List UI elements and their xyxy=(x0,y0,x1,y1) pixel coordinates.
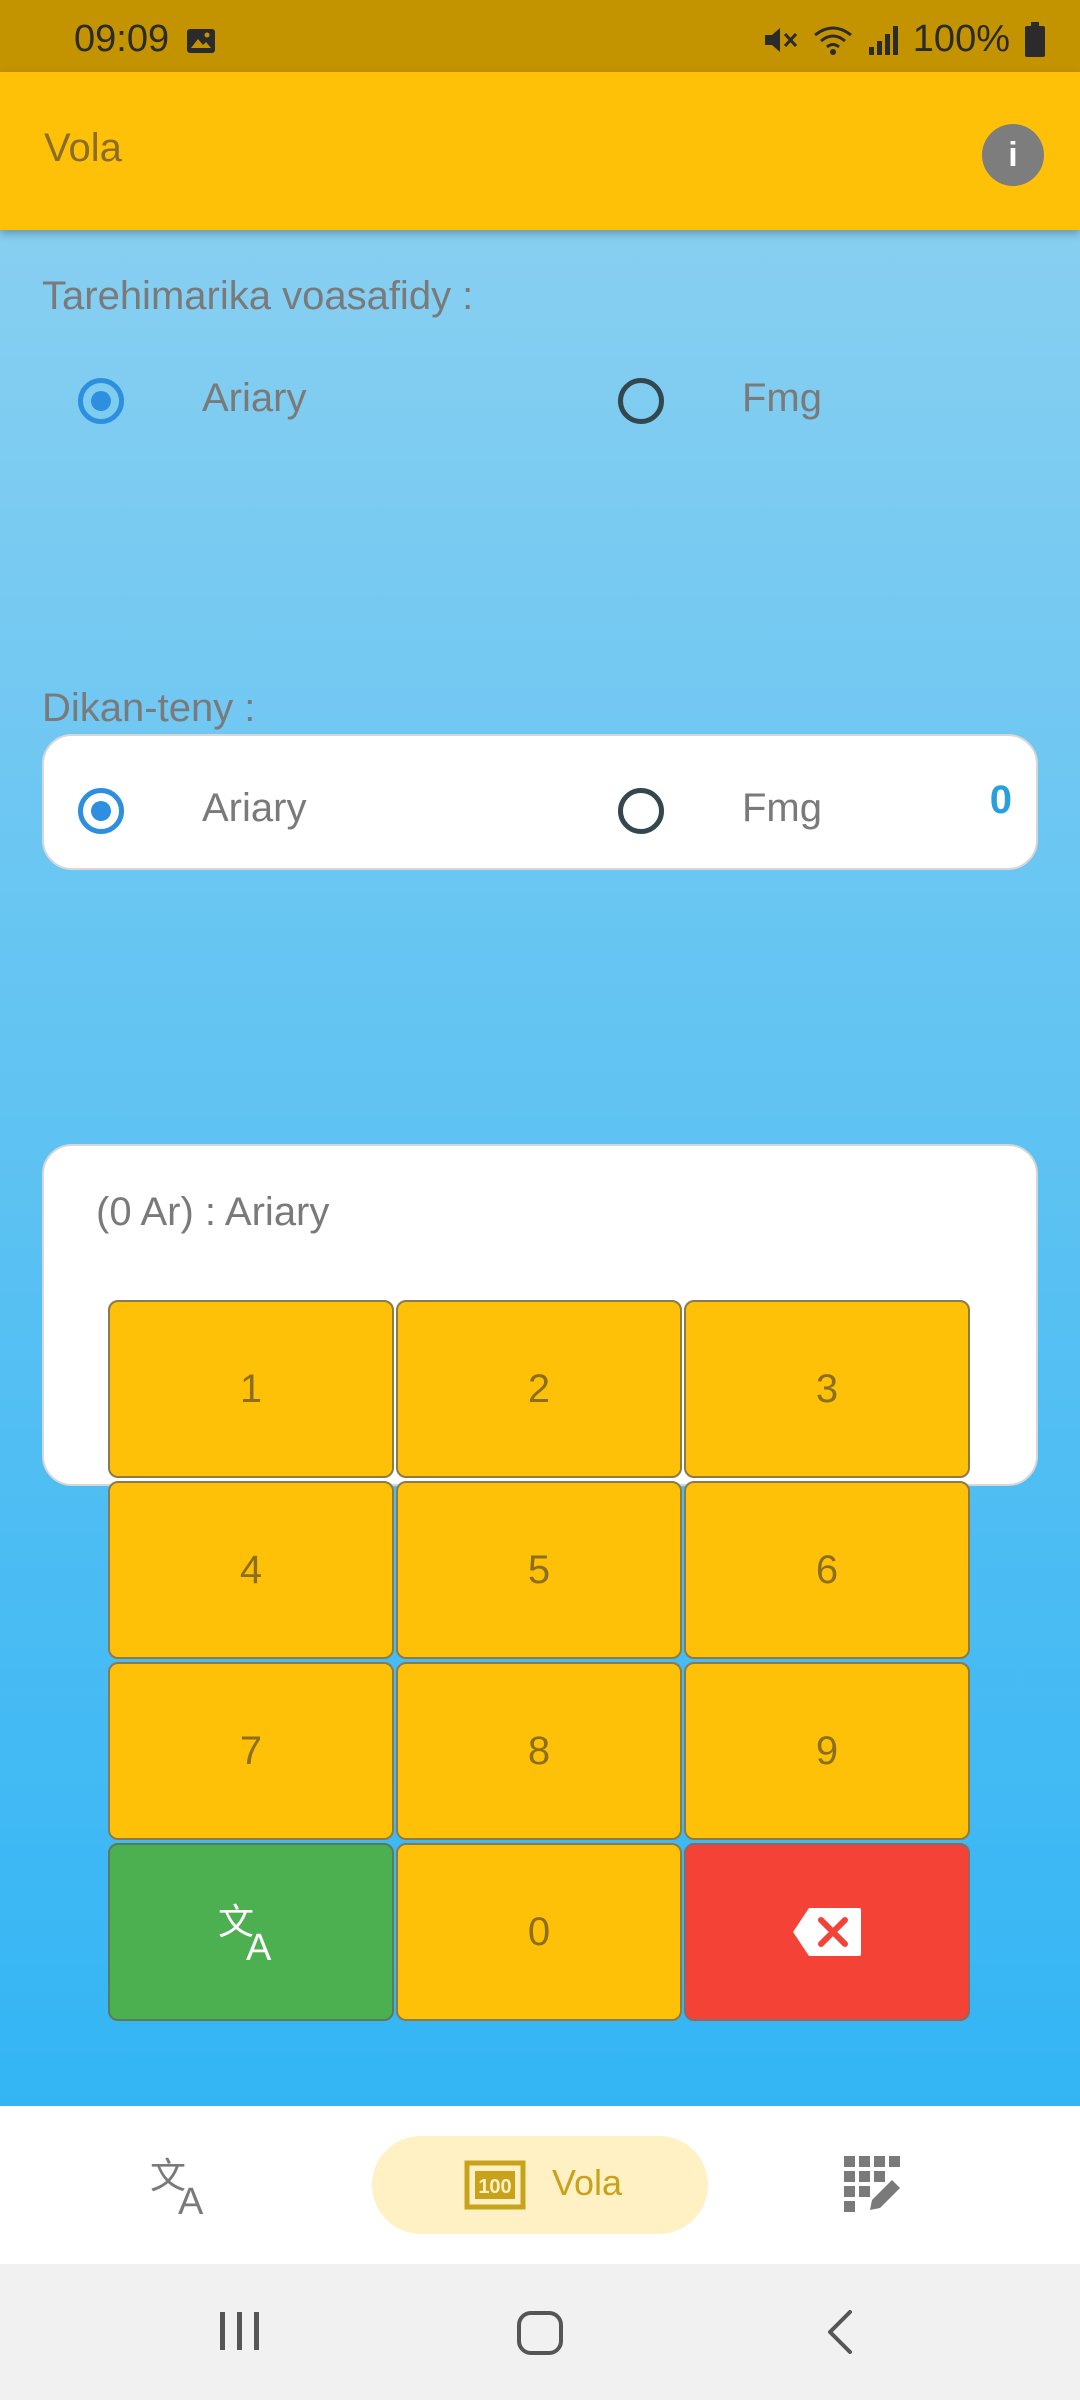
mute-icon xyxy=(764,27,797,52)
source-radio-ariary[interactable] xyxy=(78,378,124,424)
home-icon[interactable] xyxy=(516,2310,564,2356)
amount-input[interactable]: 0 xyxy=(42,734,1038,870)
battery-percent: 100% xyxy=(912,18,1010,60)
target-label: Dikan-teny : xyxy=(42,686,256,730)
battery-icon xyxy=(1025,21,1045,57)
svg-text:A: A xyxy=(178,2181,204,2218)
app-bar: Vola i xyxy=(0,72,1080,230)
key-5[interactable]: 5 xyxy=(396,1481,682,1659)
signal-icon xyxy=(868,25,898,55)
source-label: Tarehimarika voasafidy : xyxy=(42,274,474,318)
recent-apps-icon[interactable] xyxy=(218,2310,262,2352)
target-radio-fmg-label[interactable]: Fmg xyxy=(742,786,822,831)
nav-vola-label: Vola xyxy=(552,2162,623,2203)
status-icons: 100% xyxy=(763,18,1046,61)
status-time: 09:09 xyxy=(74,18,170,60)
key-1[interactable]: 1 xyxy=(108,1300,394,1478)
key-0[interactable]: 0 xyxy=(396,1843,682,2021)
svg-text:100: 100 xyxy=(478,2176,511,2198)
app-title: Vola xyxy=(44,126,122,170)
nav-item-dialpad-edit[interactable] xyxy=(844,2156,900,2217)
info-icon[interactable]: i xyxy=(982,124,1044,186)
translate-icon: 文 A xyxy=(218,1902,272,1964)
key-4[interactable]: 4 xyxy=(108,1481,394,1659)
key-2[interactable]: 2 xyxy=(396,1300,682,1478)
source-radio-fmg-label[interactable]: Fmg xyxy=(742,376,822,421)
image-notification-icon xyxy=(187,29,215,53)
amount-value: 0 xyxy=(989,778,1012,822)
key-7[interactable]: 7 xyxy=(108,1662,394,1840)
svg-text:A: A xyxy=(246,1927,272,1964)
translate-key[interactable]: 文 A xyxy=(108,1843,394,2021)
status-bar: 09:09 100% xyxy=(0,0,1080,72)
source-radio-fmg[interactable] xyxy=(618,378,664,424)
dialpad-edit-icon xyxy=(844,2156,900,2212)
key-3[interactable]: 3 xyxy=(684,1300,970,1478)
back-icon[interactable] xyxy=(824,2308,854,2356)
nav-item-vola[interactable]: 100 Vola xyxy=(372,2136,708,2234)
translate-icon: 文 A xyxy=(150,2156,204,2223)
nav-item-translate[interactable]: 文 A xyxy=(148,2152,218,2223)
target-radio-fmg[interactable] xyxy=(618,788,664,834)
key-6[interactable]: 6 xyxy=(684,1481,970,1659)
target-radio-ariary[interactable] xyxy=(78,788,124,834)
key-8[interactable]: 8 xyxy=(396,1662,682,1840)
target-radio-ariary-label[interactable]: Ariary xyxy=(202,786,306,831)
key-9[interactable]: 9 xyxy=(684,1662,970,1840)
source-radio-ariary-label[interactable]: Ariary xyxy=(202,376,306,421)
bottom-navigation: 文 A 100 Vola xyxy=(0,2106,1080,2264)
system-navigation-bar xyxy=(0,2264,1080,2400)
backspace-icon xyxy=(793,1908,861,1956)
converter-panel: Tarehimarika voasafidy : Ariary Fmg 0 Di… xyxy=(0,230,1080,2106)
money-icon: 100 xyxy=(464,2160,526,2210)
result-text: (0 Ar) : Ariary xyxy=(96,1190,330,1234)
backspace-key[interactable] xyxy=(684,1843,970,2021)
wifi-icon xyxy=(813,26,852,55)
